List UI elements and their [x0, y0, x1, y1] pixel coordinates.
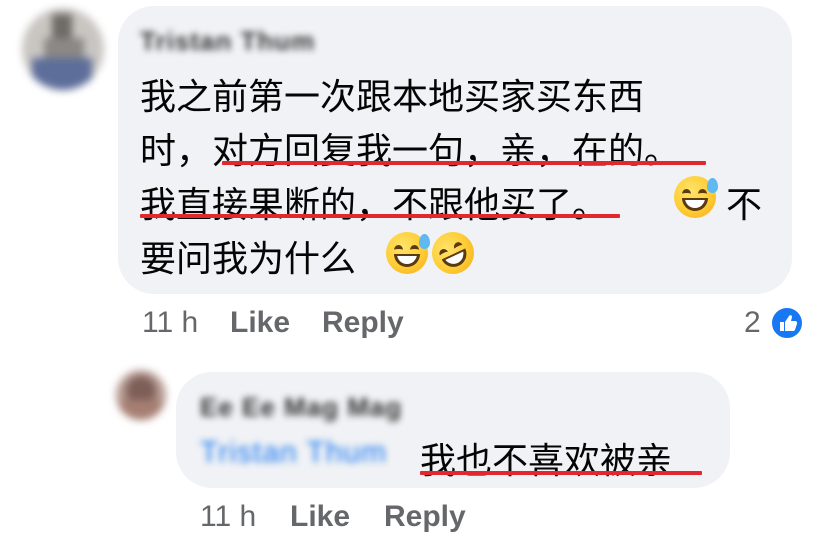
like-button[interactable]: Like — [290, 500, 350, 534]
mentioned-user-link[interactable]: Tristan Thum — [200, 436, 387, 470]
avatar[interactable] — [116, 370, 166, 420]
grinning-sweat-emoji-icon — [386, 232, 430, 274]
reaction-count[interactable]: 2 — [744, 306, 761, 340]
reply-button[interactable]: Reply — [384, 500, 466, 534]
comment-text-line-4: 要问我为什么 — [140, 239, 357, 280]
reply-author-name[interactable]: Ee Ee Mag Mag — [200, 392, 402, 423]
comment-timestamp[interactable]: 11 h — [142, 306, 198, 340]
sweat-smile-emoji-icon — [674, 176, 718, 218]
comment-text-line-1: 我之前第一次跟本地买家买东西 — [140, 77, 645, 118]
comment-text-line-3: 我直接果断的，不跟他买了。 — [140, 185, 609, 226]
comment-text-line-3-end: 不 — [726, 185, 763, 226]
avatar[interactable] — [22, 8, 104, 90]
comment-text-line-2: 时，对方回复我一句，亲，在的。 — [140, 131, 681, 172]
underline-highlight — [140, 214, 620, 218]
underline-highlight — [420, 471, 702, 475]
reply-text: 我也不喜欢被亲 — [420, 441, 673, 482]
underline-highlight — [222, 161, 706, 165]
reply-button[interactable]: Reply — [322, 306, 404, 340]
reply-timestamp[interactable]: 11 h — [200, 500, 256, 534]
comment-author-name[interactable]: Tristan Thum — [140, 26, 315, 57]
like-reaction-icon[interactable] — [770, 306, 804, 340]
like-button[interactable]: Like — [230, 306, 290, 340]
